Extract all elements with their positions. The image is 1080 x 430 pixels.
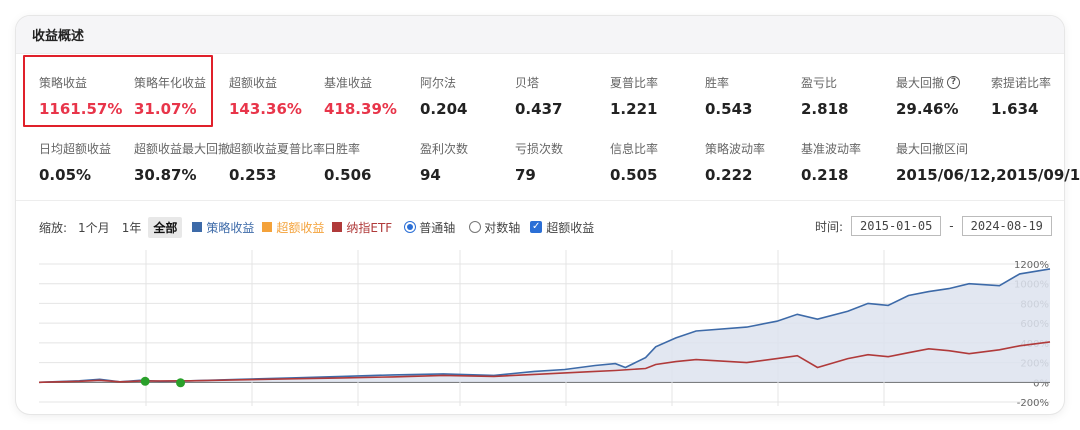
- returns-chart: 1200%1000%800%600%400%200%0%-200%: [38, 250, 1051, 409]
- trade-marker: [176, 378, 186, 388]
- y-tick-label: -200%: [1017, 398, 1049, 409]
- trade-marker: [140, 376, 150, 386]
- strategy-area: [39, 268, 1050, 383]
